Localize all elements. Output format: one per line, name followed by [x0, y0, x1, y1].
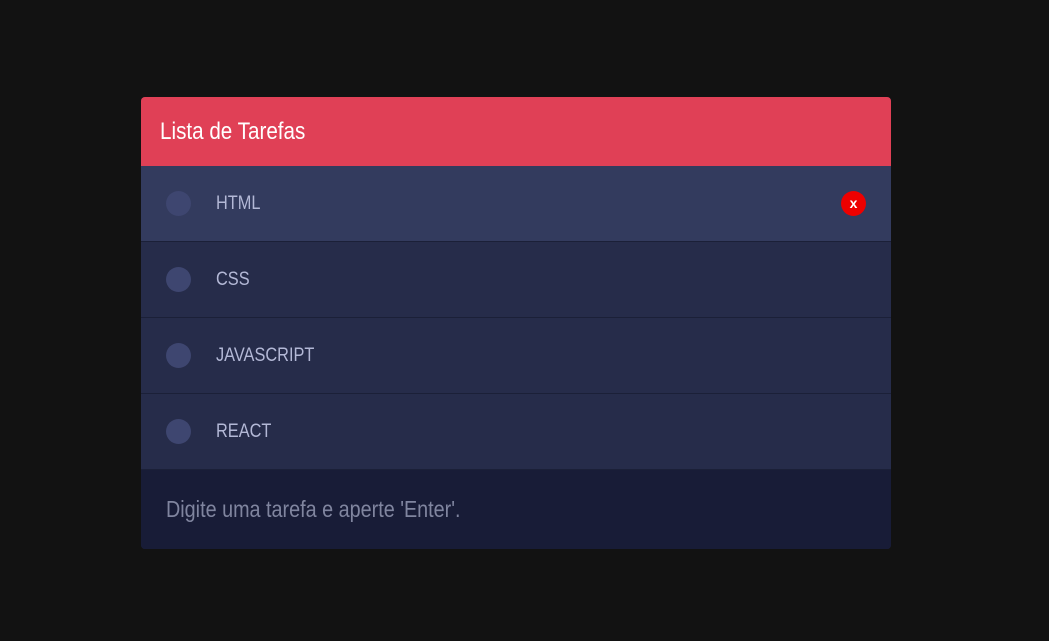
task-checkbox[interactable]	[166, 419, 191, 444]
new-task-input[interactable]	[166, 496, 866, 523]
app-header: Lista de Tarefas	[141, 97, 891, 166]
todo-app: Lista de Tarefas HTML x CSS JAVASCRIPT R…	[141, 97, 891, 549]
task-label: REACT	[216, 420, 272, 442]
task-item[interactable]: CSS	[141, 242, 891, 318]
task-label: HTML	[216, 192, 261, 214]
task-list: HTML x CSS JAVASCRIPT REACT	[141, 166, 891, 470]
app-title: Lista de Tarefas	[160, 117, 306, 145]
delete-task-button[interactable]: x	[841, 191, 866, 216]
task-item[interactable]: HTML x	[141, 166, 891, 242]
task-label: CSS	[216, 268, 250, 290]
task-item[interactable]: REACT	[141, 394, 891, 470]
task-checkbox[interactable]	[166, 191, 191, 216]
task-checkbox[interactable]	[166, 343, 191, 368]
task-checkbox[interactable]	[166, 267, 191, 292]
task-label: JAVASCRIPT	[216, 344, 315, 366]
new-task-row: Digite uma tarefa e aperte 'Enter'.	[141, 470, 891, 549]
task-item[interactable]: JAVASCRIPT	[141, 318, 891, 394]
